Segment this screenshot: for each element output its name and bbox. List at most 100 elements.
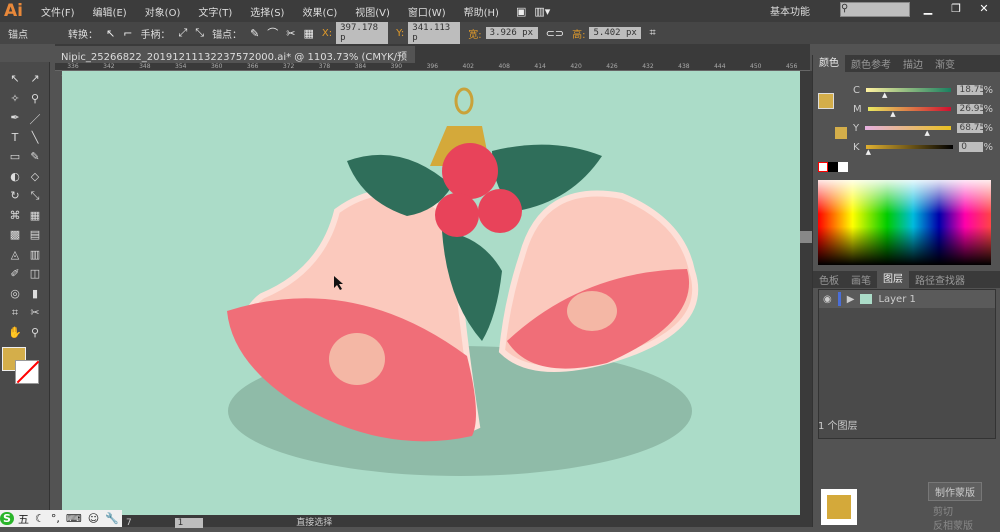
tool-icon[interactable]: ▮ (26, 287, 44, 303)
out-of-gamut-swatch[interactable] (835, 127, 847, 139)
menu-object[interactable]: 对象(O) (145, 4, 181, 19)
stroke-swatch[interactable] (15, 360, 40, 384)
tool-icon[interactable]: ✐ (6, 267, 24, 283)
tab-color-guide[interactable]: 颜色参考 (845, 56, 897, 71)
artboard[interactable] (62, 71, 800, 516)
tool-icon[interactable]: ↗ (26, 72, 44, 88)
tool-icon[interactable]: ✒ (6, 111, 24, 127)
show-handles-icon[interactable]: ⤢ (178, 26, 187, 40)
cut-path-icon[interactable]: ✂ (286, 27, 295, 40)
x-field[interactable]: 397.178 p (336, 22, 389, 44)
slider-thumb[interactable]: ▲ (866, 148, 871, 156)
tool-icon[interactable]: ╲ (26, 131, 44, 147)
menu-edit[interactable]: 编辑(E) (93, 4, 127, 19)
tool-icon[interactable]: ▩ (6, 228, 24, 244)
tool-icon[interactable]: ⌗ (6, 306, 24, 322)
tool-icon[interactable]: ◐ (6, 170, 24, 186)
channel-slider-track[interactable]: ▲ (867, 107, 952, 118)
visibility-eye-icon[interactable]: ◉ (823, 294, 832, 305)
tab-brushes[interactable]: 画笔 (845, 272, 877, 287)
slider-k[interactable]: K ▲ 0% (853, 140, 993, 157)
tool-icon[interactable]: ▦ (26, 209, 44, 225)
vertical-scrollbar[interactable] (800, 71, 812, 516)
tool-icon[interactable]: ／ (26, 111, 44, 127)
channel-value[interactable]: 68.75 (957, 123, 985, 133)
minimize-button[interactable]: ▁ (915, 2, 941, 18)
tool-icon[interactable]: ▤ (26, 228, 44, 244)
restore-button[interactable]: ❐ (943, 2, 969, 18)
horizontal-ruler[interactable]: 336 342 348 354 360 366 372 378 384 390 396 402 408 4… (55, 63, 810, 71)
tool-icon[interactable]: ⌘ (6, 209, 24, 225)
black-swatch[interactable] (828, 162, 838, 172)
fill-color-swatch[interactable] (818, 93, 834, 109)
menu-help[interactable]: 帮助(H) (464, 4, 499, 19)
tool-icon[interactable]: ✎ (26, 150, 44, 166)
expand-arrow-icon[interactable]: ▶ (847, 294, 855, 305)
invert-mask-checkbox[interactable]: 反相蒙版 (933, 517, 973, 532)
sogou-icon[interactable]: S (0, 512, 14, 525)
tool-icon[interactable]: ◎ (6, 287, 24, 303)
punctuation-icon[interactable]: °, (51, 512, 60, 525)
clip-checkbox[interactable]: 剪切 (933, 503, 953, 518)
menu-view[interactable]: 视图(V) (355, 4, 390, 19)
white-swatch[interactable] (838, 162, 848, 172)
color-spectrum[interactable] (818, 180, 991, 265)
channel-slider-track[interactable]: ▲ (865, 88, 952, 99)
slider-m[interactable]: M ▲ 26.95% (853, 102, 993, 119)
layer-row[interactable]: ◉ ▶ Layer 1 (819, 290, 995, 308)
channel-value[interactable]: 26.95 (957, 104, 985, 114)
tool-icon[interactable]: ▥ (26, 248, 44, 264)
tool-icon[interactable]: ↖ (6, 72, 24, 88)
tab-stroke[interactable]: 描边 (897, 56, 929, 71)
user-icon[interactable]: ☺ (88, 512, 99, 525)
slider-c[interactable]: C ▲ 18.75% (853, 83, 993, 100)
remove-anchor-icon[interactable]: ✎ (250, 27, 259, 40)
menu-file[interactable]: 文件(F) (41, 4, 75, 19)
channel-slider-track[interactable]: ▲ (865, 126, 952, 137)
hide-handles-icon[interactable]: ⤡ (195, 26, 204, 40)
tool-icon[interactable]: ⚲ (26, 326, 44, 342)
tool-icon[interactable]: ⤡ (26, 189, 44, 205)
y-field[interactable]: 341.113 p (408, 22, 461, 44)
tool-icon[interactable]: ◇ (26, 170, 44, 186)
layer-name[interactable]: Layer 1 (878, 294, 915, 305)
tool-icon[interactable]: T (6, 131, 24, 147)
tool-icon[interactable]: ✂ (26, 306, 44, 322)
slider-thumb[interactable]: ▲ (882, 91, 887, 99)
search-input[interactable]: ⚲ (840, 2, 910, 17)
width-field[interactable]: 3.926 px (485, 27, 538, 39)
link-icon[interactable]: ⊂⊃ (546, 27, 564, 40)
menu-window[interactable]: 窗口(W) (408, 4, 446, 19)
keyboard-icon[interactable]: ⌨ (66, 512, 82, 525)
tab-pathfinder[interactable]: 路径查找器 (909, 272, 971, 287)
make-mask-button[interactable]: 制作蒙版 (928, 482, 982, 501)
tab-gradient[interactable]: 渐变 (929, 56, 961, 71)
tool-icon[interactable]: ◫ (26, 267, 44, 283)
slider-y[interactable]: Y ▲ 68.75% (853, 121, 993, 138)
connect-icon[interactable]: ⌒ (267, 25, 278, 41)
tool-icon[interactable]: ▭ (6, 150, 24, 166)
reference-point-icon[interactable]: ▦ (304, 27, 314, 40)
transform-icon[interactable]: ⌗ (649, 26, 655, 40)
slider-thumb[interactable]: ▲ (924, 129, 929, 137)
tool-icon[interactable]: ✋ (6, 326, 24, 342)
menu-type[interactable]: 文字(T) (198, 4, 232, 19)
menu-effect[interactable]: 效果(C) (302, 4, 337, 19)
channel-slider-track[interactable]: ▲ (865, 145, 954, 156)
ime-mode[interactable]: 五 (18, 511, 29, 527)
none-swatch[interactable] (818, 162, 828, 172)
tab-swatches[interactable]: 色板 (813, 272, 845, 287)
tool-icon[interactable]: ⚲ (26, 92, 44, 108)
channel-value[interactable]: 0 (959, 142, 984, 152)
document-tab[interactable]: Nipic_25266822_20191211132237572000.ai* … (55, 46, 415, 78)
tab-layers[interactable]: 图层 (877, 271, 909, 288)
slider-thumb[interactable]: ▲ (890, 110, 895, 118)
bridge-icon[interactable]: ▣ (516, 5, 526, 18)
convert-smooth-icon[interactable]: ⌐ (123, 27, 132, 40)
moon-icon[interactable]: ☾ (35, 512, 45, 525)
tool-icon[interactable]: ✧ (6, 92, 24, 108)
close-button[interactable]: ✕ (971, 2, 997, 18)
channel-value[interactable]: 18.75 (957, 85, 985, 95)
arrange-documents-icon[interactable]: ▥▾ (534, 5, 550, 18)
convert-corner-icon[interactable]: ↖ (106, 27, 115, 40)
